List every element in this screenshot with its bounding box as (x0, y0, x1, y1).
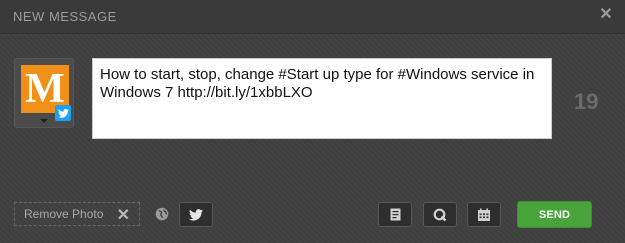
twitter-icon (55, 105, 71, 121)
twitter-button[interactable] (179, 202, 213, 227)
schedule-button[interactable] (467, 202, 501, 227)
q-button[interactable] (423, 202, 457, 227)
new-message-dialog: NEW MESSAGE ✕ M How to start, stop, chan… (0, 0, 625, 243)
dialog-titlebar: NEW MESSAGE ✕ (0, 0, 625, 34)
remove-photo-label: Remove Photo (24, 207, 104, 221)
calendar-icon (478, 208, 490, 221)
globe-icon[interactable] (155, 207, 169, 221)
profile-selector[interactable]: M (14, 58, 74, 128)
message-input[interactable]: How to start, stop, change #Start up typ… (92, 58, 552, 139)
q-icon (433, 208, 447, 221)
document-icon (390, 208, 400, 221)
caret-down-icon (40, 119, 48, 123)
close-icon[interactable]: ✕ (598, 7, 614, 23)
dialog-title: NEW MESSAGE (13, 9, 117, 24)
character-counter: 19 (574, 89, 599, 114)
close-icon: ✕ (116, 207, 130, 224)
remove-photo-button[interactable]: Remove Photo ✕ (14, 202, 140, 226)
drafts-button[interactable] (378, 202, 412, 227)
send-button[interactable]: SEND (517, 201, 592, 228)
twitter-icon (189, 208, 203, 221)
